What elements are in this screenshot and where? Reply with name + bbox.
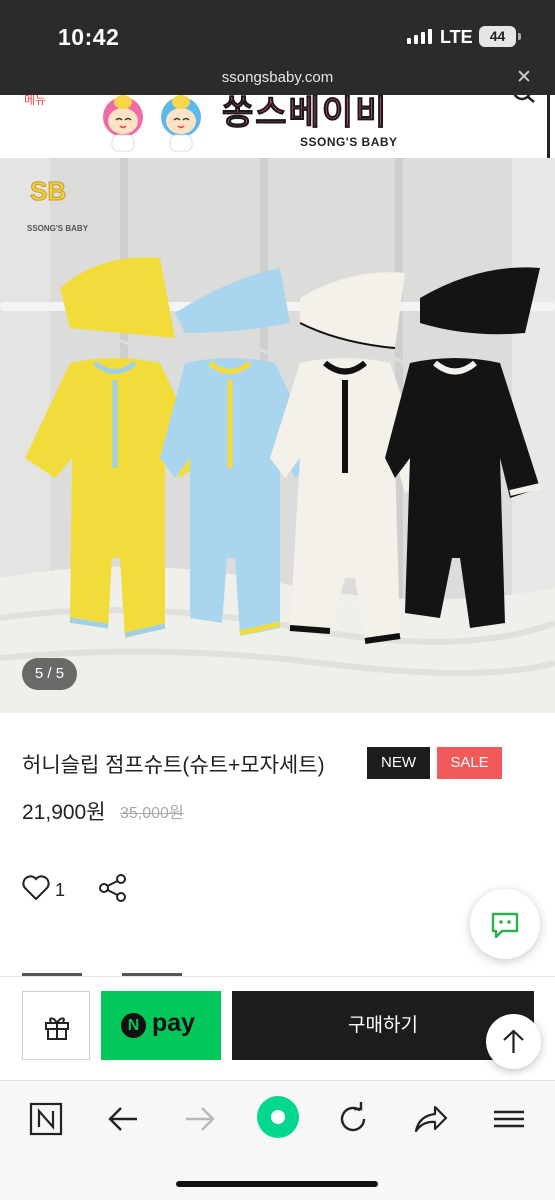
forward-arrow-icon[interactable] [180, 1099, 220, 1139]
image-counter: 5 / 5 [22, 658, 77, 690]
image-logo-text: SSONG'S BABY [27, 224, 89, 233]
status-time: 10:42 [58, 24, 120, 50]
chat-button[interactable] [470, 889, 540, 959]
browser-top-bar: 10:42 LTE 44 ssongsbaby.com ✕ [0, 0, 555, 95]
network-label: LTE [440, 27, 473, 47]
naver-n-icon[interactable] [26, 1099, 66, 1139]
store-header: 메뉴 쏭스베이비 SSONG'S BABY [0, 95, 555, 158]
original-price: 35,000원 [120, 805, 184, 822]
battery-icon: 44 [479, 26, 516, 47]
green-dot-icon[interactable] [255, 1094, 301, 1140]
share-icon[interactable] [97, 872, 129, 904]
gift-button[interactable] [22, 991, 90, 1060]
product-photo: SB SSONG'S BABY [0, 158, 555, 713]
new-badge: NEW [367, 747, 430, 779]
header-divider [547, 95, 550, 158]
product-title: 허니슬립 점프슈트(슈트+모자세트) [22, 754, 325, 777]
home-indicator [176, 1181, 378, 1187]
mascot-logo-pink [103, 95, 143, 152]
naver-pay-label: pay [152, 1009, 196, 1037]
hamburger-icon[interactable] [489, 1099, 529, 1139]
back-arrow-icon[interactable] [103, 1099, 143, 1139]
arrow-up-icon [503, 1029, 524, 1053]
menu-link[interactable]: 메뉴 [24, 95, 46, 108]
close-icon[interactable]: ✕ [516, 66, 532, 89]
signal-icon [407, 29, 432, 44]
like-count: 1 [55, 880, 66, 900]
battery-tip [518, 33, 521, 40]
brand-name-english: SSONG'S BABY [300, 135, 398, 149]
scroll-top-button[interactable] [486, 1014, 541, 1069]
naver-n-icon: N [121, 1013, 146, 1038]
url-bar[interactable]: ssongsbaby.com [0, 69, 555, 86]
image-logo-initials: SB [30, 176, 66, 206]
product-image[interactable]: SB SSONG'S BABY [0, 158, 555, 713]
mascot-logo-blue [161, 95, 201, 152]
chat-icon [491, 912, 519, 939]
share-arrow-icon[interactable] [410, 1099, 450, 1139]
gift-icon [45, 1017, 69, 1040]
sale-badge: SALE [437, 747, 502, 779]
heart-icon[interactable] [22, 875, 50, 901]
reload-icon[interactable] [333, 1099, 373, 1139]
sale-price: 21,900원 [22, 801, 106, 824]
naver-pay-button[interactable]: N pay [101, 991, 221, 1060]
search-icon[interactable] [513, 95, 535, 103]
brand-name-korean[interactable]: 쏭스베이비 [221, 95, 388, 134]
